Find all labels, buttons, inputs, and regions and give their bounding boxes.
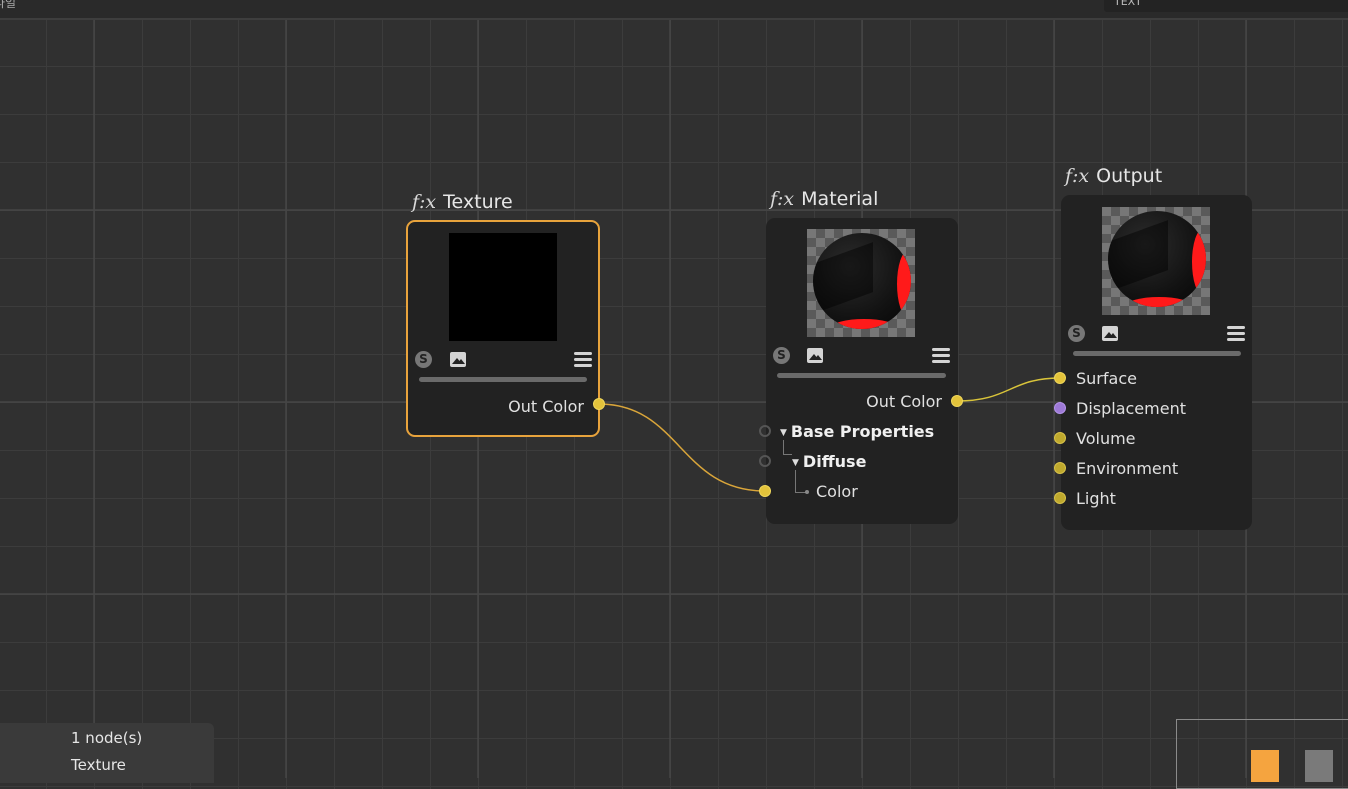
image-icon[interactable]: [1102, 326, 1118, 341]
color-input-label: Color: [816, 482, 858, 501]
base-properties-group[interactable]: ▼ Base Properties: [780, 422, 934, 441]
output-preview: [1102, 207, 1210, 315]
image-icon[interactable]: [807, 348, 823, 363]
surface-input-port[interactable]: [1054, 372, 1066, 384]
base-properties-port[interactable]: [759, 425, 771, 437]
s-icon[interactable]: S: [415, 351, 432, 368]
texture-preview: [449, 233, 557, 341]
collapse-triangle-icon[interactable]: ▼: [792, 458, 799, 468]
material-node-title[interactable]: f:x Material: [770, 188, 878, 210]
menu-icon[interactable]: [932, 348, 950, 363]
tree-connector: [783, 440, 792, 455]
texture-title-text: Texture: [443, 191, 513, 213]
base-properties-label: Base Properties: [790, 422, 935, 441]
progress-bar: [1073, 351, 1241, 356]
progress-bar: [419, 377, 587, 382]
surface-input-label: Surface: [1076, 369, 1137, 388]
menu-icon[interactable]: [1227, 326, 1245, 341]
s-icon[interactable]: S: [773, 347, 790, 364]
selected-node-text: Texture: [71, 756, 126, 774]
function-icon: f:x: [770, 188, 795, 210]
output-title-text: Output: [1096, 165, 1163, 187]
search-field[interactable]: TEXT: [1104, 0, 1348, 12]
menu-label[interactable]: 파일: [0, 0, 16, 11]
minimap-node: [1305, 750, 1333, 782]
function-icon: f:x: [1065, 165, 1090, 187]
environment-input-label: Environment: [1076, 459, 1179, 478]
wire-material-to-output: [956, 377, 1061, 402]
menu-icon[interactable]: [574, 352, 592, 367]
wire-texture-to-material: [598, 403, 766, 492]
texture-node-title[interactable]: f:x Texture: [412, 191, 513, 213]
texture-node[interactable]: S Out Color: [406, 220, 600, 437]
tree-connector: [795, 470, 806, 493]
light-input-port[interactable]: [1054, 492, 1066, 504]
material-preview: [807, 229, 915, 337]
out-color-label: Out Color: [508, 397, 584, 416]
progress-bar: [777, 373, 946, 378]
minimap[interactable]: [1176, 719, 1348, 789]
material-out-color-port[interactable]: [951, 395, 963, 407]
environment-input-port[interactable]: [1054, 462, 1066, 474]
minimap-selected-node: [1251, 750, 1279, 782]
diffuse-label: Diffuse: [802, 452, 867, 471]
material-color-input-port[interactable]: [759, 485, 771, 497]
diffuse-port[interactable]: [759, 455, 771, 467]
output-node[interactable]: S Surface Displacement Volume Environmen…: [1061, 195, 1252, 530]
volume-input-label: Volume: [1076, 429, 1136, 448]
output-node-title[interactable]: f:x Output: [1065, 165, 1162, 187]
displacement-input-label: Displacement: [1076, 399, 1186, 418]
top-toolbar: 파일 TEXT: [0, 0, 1348, 20]
texture-out-color-port[interactable]: [593, 398, 605, 410]
selection-info-panel: 1 node(s) Texture: [0, 723, 214, 783]
s-icon[interactable]: S: [1068, 325, 1085, 342]
diffuse-group[interactable]: ▼ Diffuse: [792, 452, 866, 471]
out-color-label: Out Color: [866, 392, 942, 411]
tree-dot: [805, 490, 809, 494]
collapse-triangle-icon[interactable]: ▼: [780, 428, 787, 438]
material-node[interactable]: S Out Color ▼ Base Properties ▼ Diffuse Co…: [766, 218, 958, 524]
function-icon: f:x: [412, 191, 437, 213]
volume-input-port[interactable]: [1054, 432, 1066, 444]
light-input-label: Light: [1076, 489, 1116, 508]
node-count-text: 1 node(s): [71, 729, 143, 747]
image-icon[interactable]: [450, 352, 466, 367]
material-title-text: Material: [801, 188, 879, 210]
displacement-input-port[interactable]: [1054, 402, 1066, 414]
